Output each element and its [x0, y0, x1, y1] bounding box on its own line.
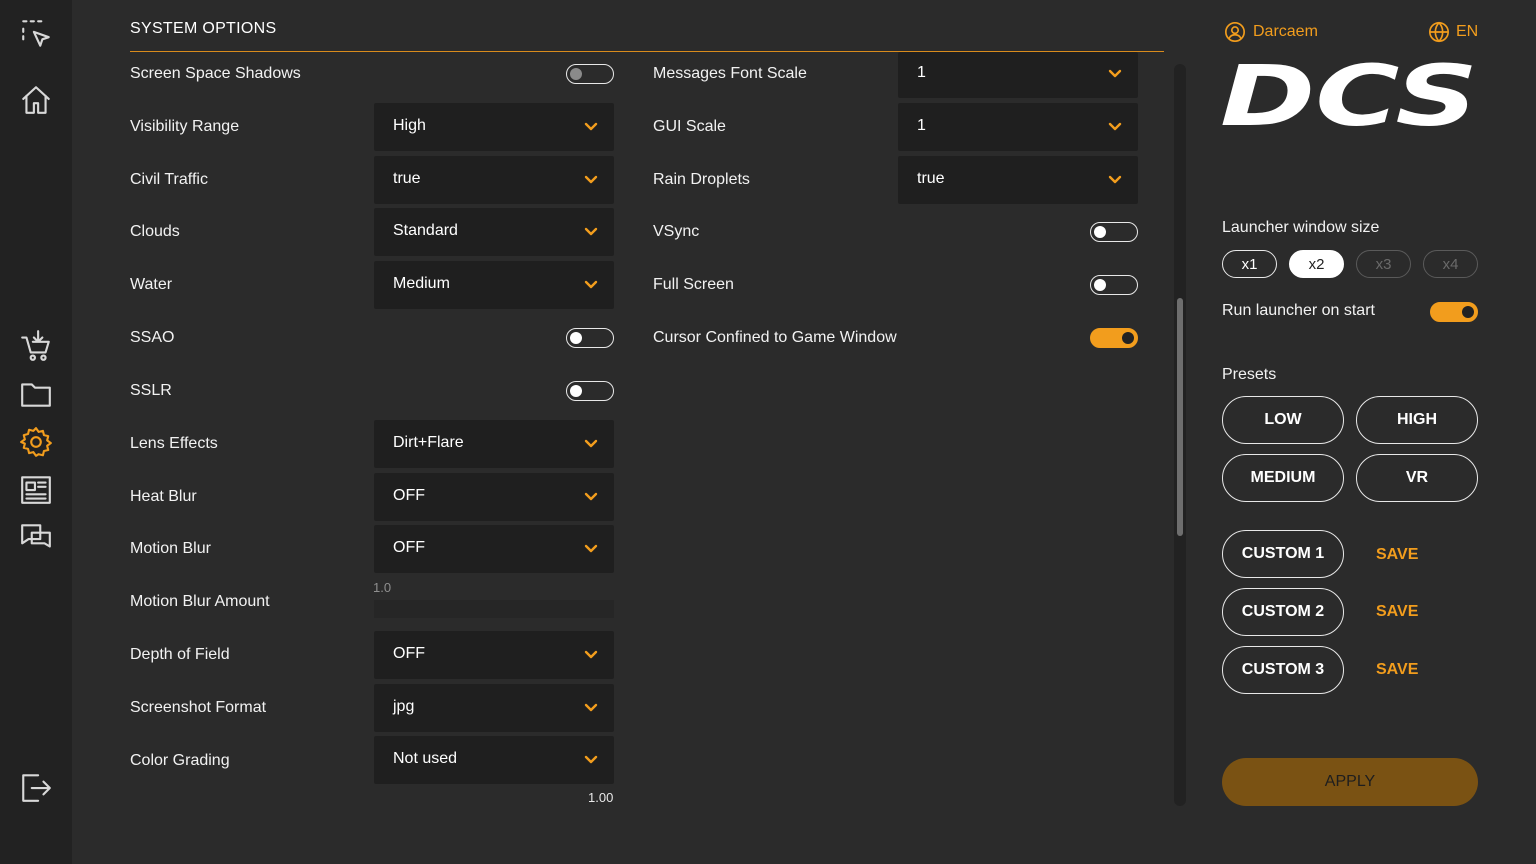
rain-droplets-dropdown[interactable]: true [898, 156, 1138, 204]
chevron-down-icon [584, 120, 598, 134]
folder-icon[interactable] [18, 376, 54, 412]
clouds-dropdown[interactable]: Standard [374, 208, 614, 256]
user-icon [1225, 22, 1245, 42]
scrollbar-thumb[interactable] [1177, 298, 1183, 536]
setting-label: Screenshot Format [130, 699, 267, 716]
window-size-x1-button[interactable]: x1 [1222, 250, 1277, 278]
setting-label: Lens Effects [130, 435, 218, 452]
settings-gear-icon[interactable] [18, 424, 54, 460]
setting-label: Heat Blur [130, 488, 197, 505]
cursor-confined-toggle[interactable] [1090, 328, 1138, 348]
setting-label: Rain Droplets [653, 171, 750, 188]
setting-label: GUI Scale [653, 118, 726, 135]
section-title: SYSTEM OPTIONS [130, 20, 277, 37]
setting-label: Visibility Range [130, 118, 240, 135]
preset-vr-button[interactable]: VR [1356, 454, 1478, 502]
window-size-x3-button[interactable]: x3 [1356, 250, 1411, 278]
chevron-down-icon [584, 225, 598, 239]
setting-label: Screen Space Shadows [130, 65, 301, 82]
chevron-down-icon [584, 648, 598, 662]
gui-scale-dropdown[interactable]: 1 [898, 103, 1138, 151]
apply-button[interactable]: APPLY [1222, 758, 1478, 806]
chevron-down-icon [584, 753, 598, 767]
chevron-down-icon [1108, 120, 1122, 134]
screenshot-format-dropdown[interactable]: jpg [374, 684, 614, 732]
preset-custom-2-button[interactable]: CUSTOM 2 [1222, 588, 1344, 636]
lens-effects-dropdown[interactable]: Dirt+Flare [374, 420, 614, 468]
language-selector[interactable]: EN [1428, 21, 1478, 43]
messages-font-scale-dropdown[interactable]: 1 [898, 52, 1138, 98]
setting-label: Depth of Field [130, 646, 230, 663]
setting-label: Clouds [130, 223, 180, 240]
user-account[interactable]: Darcaem [1224, 21, 1318, 43]
home-icon[interactable] [18, 82, 54, 118]
screen-space-shadows-toggle[interactable] [566, 64, 614, 84]
language-code: EN [1456, 23, 1479, 40]
run-on-start-toggle[interactable] [1430, 302, 1478, 322]
depth-of-field-dropdown[interactable]: OFF [374, 631, 614, 679]
heat-blur-dropdown[interactable]: OFF [374, 473, 614, 521]
preset-custom-3-button[interactable]: CUSTOM 3 [1222, 646, 1344, 694]
chevron-down-icon [1108, 67, 1122, 81]
window-size-x4-button[interactable]: x4 [1423, 250, 1478, 278]
news-icon[interactable] [18, 472, 54, 508]
settings-scroll-area: Screen Space Shadows Visibility Range Hi… [130, 52, 1164, 806]
window-size-x2-button[interactable]: x2 [1289, 250, 1344, 278]
water-dropdown[interactable]: Medium [374, 261, 614, 309]
motion-blur-amount-value: 1.0 [373, 580, 392, 595]
settings-scrollbar[interactable] [1174, 64, 1186, 806]
logout-icon[interactable] [18, 770, 54, 806]
download-cart-icon[interactable] [18, 328, 54, 364]
save-custom-1-button[interactable]: SAVE [1376, 546, 1418, 564]
presets-label: Presets [1222, 366, 1277, 383]
setting-label: Messages Font Scale [653, 65, 807, 82]
chevron-down-icon [1108, 173, 1122, 187]
ssao-toggle[interactable] [566, 328, 614, 348]
setting-label: Cursor Confined to Game Window [653, 329, 897, 346]
chevron-down-icon [584, 701, 598, 715]
motion-blur-amount-slider[interactable] [374, 600, 614, 618]
select-icon[interactable] [18, 16, 54, 52]
setting-label: Motion Blur Amount [130, 593, 270, 610]
color-grading-dropdown[interactable]: Not used [374, 736, 614, 784]
chevron-down-icon [584, 173, 598, 187]
setting-label: VSync [653, 223, 700, 240]
setting-label: Motion Blur [130, 540, 211, 557]
run-on-start-label: Run launcher on start [1222, 302, 1375, 319]
preset-high-button[interactable]: HIGH [1356, 396, 1478, 444]
preset-custom-1-button[interactable]: CUSTOM 1 [1222, 530, 1344, 578]
dcs-logo: DCS [1220, 62, 1478, 130]
civil-traffic-dropdown[interactable]: true [374, 156, 614, 204]
chevron-down-icon [584, 542, 598, 556]
full-screen-toggle[interactable] [1090, 275, 1138, 295]
save-custom-3-button[interactable]: SAVE [1376, 661, 1418, 679]
setting-label: Full Screen [653, 276, 734, 293]
user-name: Darcaem [1253, 23, 1318, 40]
motion-blur-dropdown[interactable]: OFF [374, 525, 614, 573]
setting-label: Civil Traffic [130, 171, 208, 188]
preset-low-button[interactable]: LOW [1222, 396, 1344, 444]
visibility-range-dropdown[interactable]: High [374, 103, 614, 151]
chevron-down-icon [584, 278, 598, 292]
vsync-toggle[interactable] [1090, 222, 1138, 242]
window-size-label: Launcher window size [1222, 219, 1380, 236]
chevron-down-icon [584, 437, 598, 451]
trailing-slider-value: 1.00 [588, 790, 614, 805]
setting-label: SSLR [130, 382, 172, 399]
save-custom-2-button[interactable]: SAVE [1376, 603, 1418, 621]
setting-label: SSAO [130, 329, 175, 346]
globe-icon [1429, 21, 1449, 43]
chat-icon[interactable] [18, 520, 54, 556]
svg-text:DCS: DCS [1220, 62, 1478, 130]
setting-label: Color Grading [130, 752, 230, 769]
sslr-toggle[interactable] [566, 381, 614, 401]
preset-medium-button[interactable]: MEDIUM [1222, 454, 1344, 502]
left-icon-rail [0, 0, 72, 864]
setting-label: Water [130, 276, 173, 293]
chevron-down-icon [584, 490, 598, 504]
